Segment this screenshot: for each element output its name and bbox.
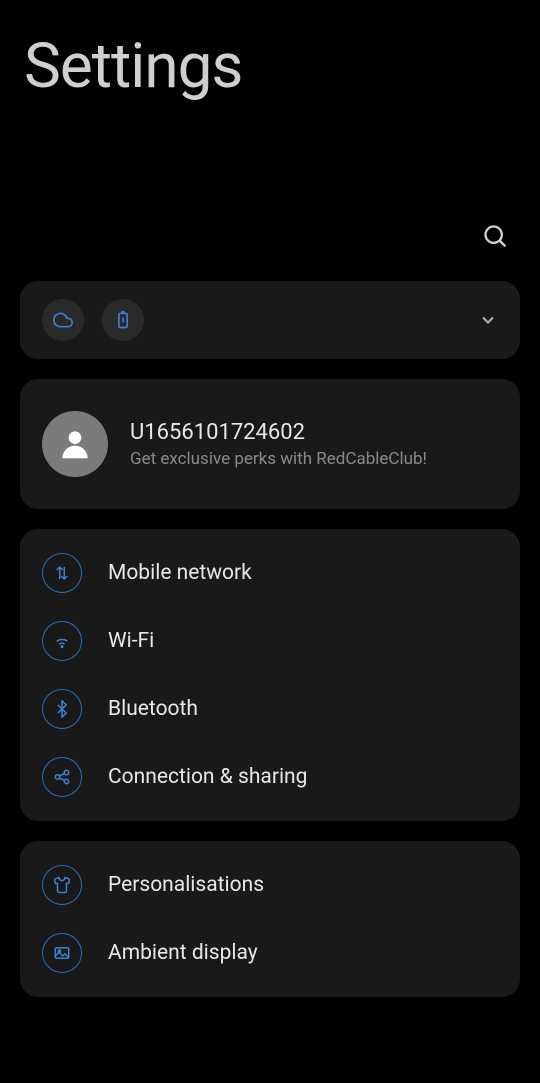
item-label: Bluetooth: [108, 697, 198, 721]
shirt-icon: [42, 865, 82, 905]
settings-item-mobile-network[interactable]: Mobile network: [42, 539, 498, 607]
item-label: Mobile network: [108, 561, 252, 585]
item-label: Connection & sharing: [108, 765, 307, 789]
account-card[interactable]: U1656101724602 Get exclusive perks with …: [20, 379, 520, 509]
search-row: [0, 103, 540, 281]
alert-icons: [42, 299, 144, 341]
share-icon: [42, 757, 82, 797]
settings-item-connection-sharing[interactable]: Connection & sharing: [42, 743, 498, 811]
page-title: Settings: [0, 0, 540, 103]
item-label: Wi-Fi: [108, 629, 154, 653]
settings-item-bluetooth[interactable]: Bluetooth: [42, 675, 498, 743]
chevron-down-icon[interactable]: [478, 310, 498, 330]
account-id: U1656101724602: [130, 420, 427, 445]
item-label: Ambient display: [108, 941, 258, 965]
settings-item-wifi[interactable]: Wi-Fi: [42, 607, 498, 675]
avatar: [42, 411, 108, 477]
settings-item-ambient-display[interactable]: Ambient display: [42, 919, 498, 987]
image-icon: [42, 933, 82, 973]
settings-group-personalisation: Personalisations Ambient display: [20, 841, 520, 997]
data-arrows-icon: [42, 553, 82, 593]
cloud-alert-icon[interactable]: [42, 299, 84, 341]
item-label: Personalisations: [108, 873, 264, 897]
alerts-card[interactable]: [20, 281, 520, 359]
account-subtitle: Get exclusive perks with RedCableClub!: [130, 449, 427, 469]
bluetooth-icon: [42, 689, 82, 729]
wifi-icon: [42, 621, 82, 661]
search-icon[interactable]: [482, 223, 510, 251]
account-info: U1656101724602 Get exclusive perks with …: [130, 420, 427, 469]
battery-alert-icon[interactable]: [102, 299, 144, 341]
settings-item-personalisations[interactable]: Personalisations: [42, 851, 498, 919]
settings-group-connectivity: Mobile network Wi-Fi Bluetooth: [20, 529, 520, 821]
